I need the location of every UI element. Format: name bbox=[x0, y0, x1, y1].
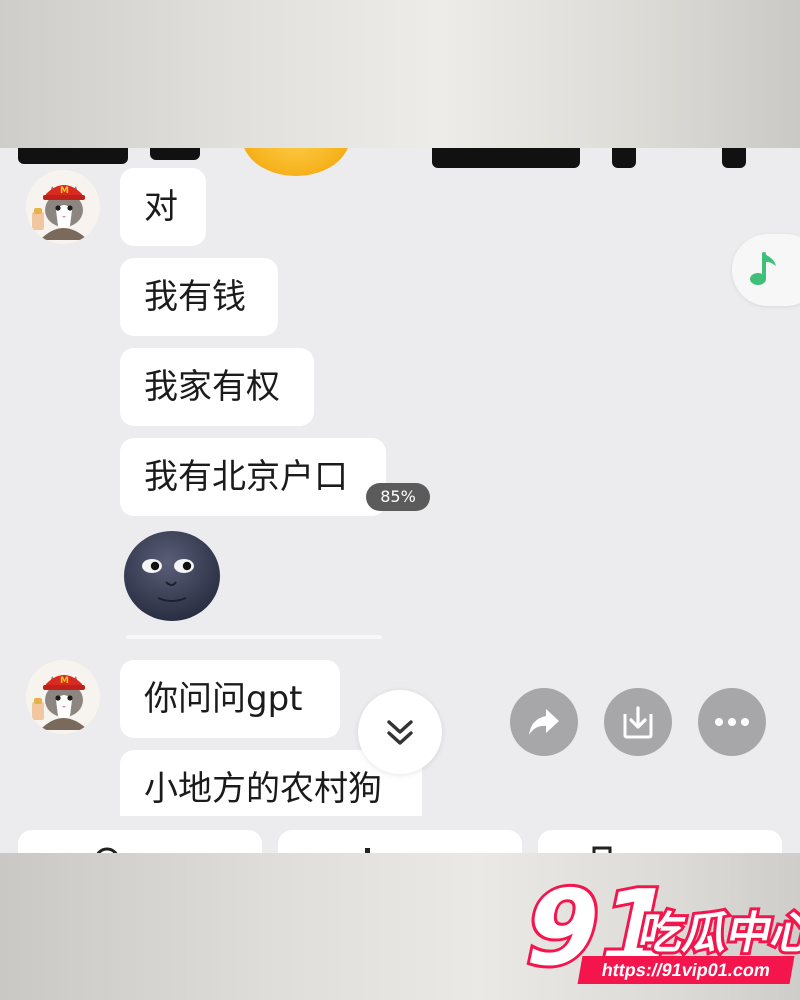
more-button[interactable] bbox=[698, 688, 766, 756]
more-icon bbox=[715, 718, 749, 726]
percent-badge: 85% bbox=[366, 483, 430, 511]
watermark-brand: 吃瓜中心 bbox=[634, 908, 800, 958]
scroll-down-button[interactable] bbox=[358, 690, 442, 774]
cutoff-shape bbox=[722, 148, 746, 168]
avatar[interactable]: M bbox=[26, 170, 100, 244]
cutoff-shape bbox=[432, 148, 580, 168]
download-button[interactable] bbox=[604, 688, 672, 756]
chevron-double-down-icon bbox=[387, 720, 413, 745]
tab-icon bbox=[365, 848, 370, 853]
message-bubble[interactable]: 我有北京户口 bbox=[120, 438, 386, 516]
share-button[interactable] bbox=[510, 688, 578, 756]
music-button[interactable] bbox=[732, 234, 800, 306]
message-bubble[interactable]: 对 bbox=[120, 168, 206, 246]
download-icon bbox=[623, 706, 653, 739]
message-bubble[interactable]: 你问问gpt bbox=[120, 660, 340, 738]
chat-screen: M 对 我有钱 我家有权 我有北京户口 85% M 你问问gpt 小地方的农村狗 bbox=[0, 148, 800, 853]
avatar[interactable]: M bbox=[26, 660, 100, 734]
bottom-tab[interactable] bbox=[18, 830, 262, 853]
bottom-tab[interactable] bbox=[538, 830, 782, 853]
tab-icon bbox=[96, 847, 118, 853]
cat-avatar-icon: M bbox=[26, 660, 100, 734]
cat-avatar-icon: M bbox=[26, 170, 100, 244]
cutoff-emoji bbox=[242, 148, 350, 176]
cutoff-shape bbox=[18, 148, 128, 164]
moon-face-sticker[interactable] bbox=[122, 530, 222, 622]
tab-icon bbox=[592, 846, 612, 853]
divider bbox=[126, 635, 382, 639]
cutoff-shape bbox=[612, 148, 636, 168]
music-note-icon bbox=[750, 252, 776, 285]
bottom-tab[interactable] bbox=[278, 830, 522, 853]
cutoff-shape bbox=[150, 148, 200, 160]
moon-face-icon bbox=[124, 531, 220, 621]
top-blur-band bbox=[0, 0, 800, 148]
svg-text:M: M bbox=[60, 676, 69, 686]
message-bubble[interactable]: 我有钱 bbox=[120, 258, 278, 336]
svg-text:M: M bbox=[60, 186, 69, 196]
message-bubble[interactable]: 我家有权 bbox=[120, 348, 314, 426]
watermark-url: https://91vip01.com bbox=[577, 956, 795, 984]
share-icon bbox=[529, 709, 559, 735]
